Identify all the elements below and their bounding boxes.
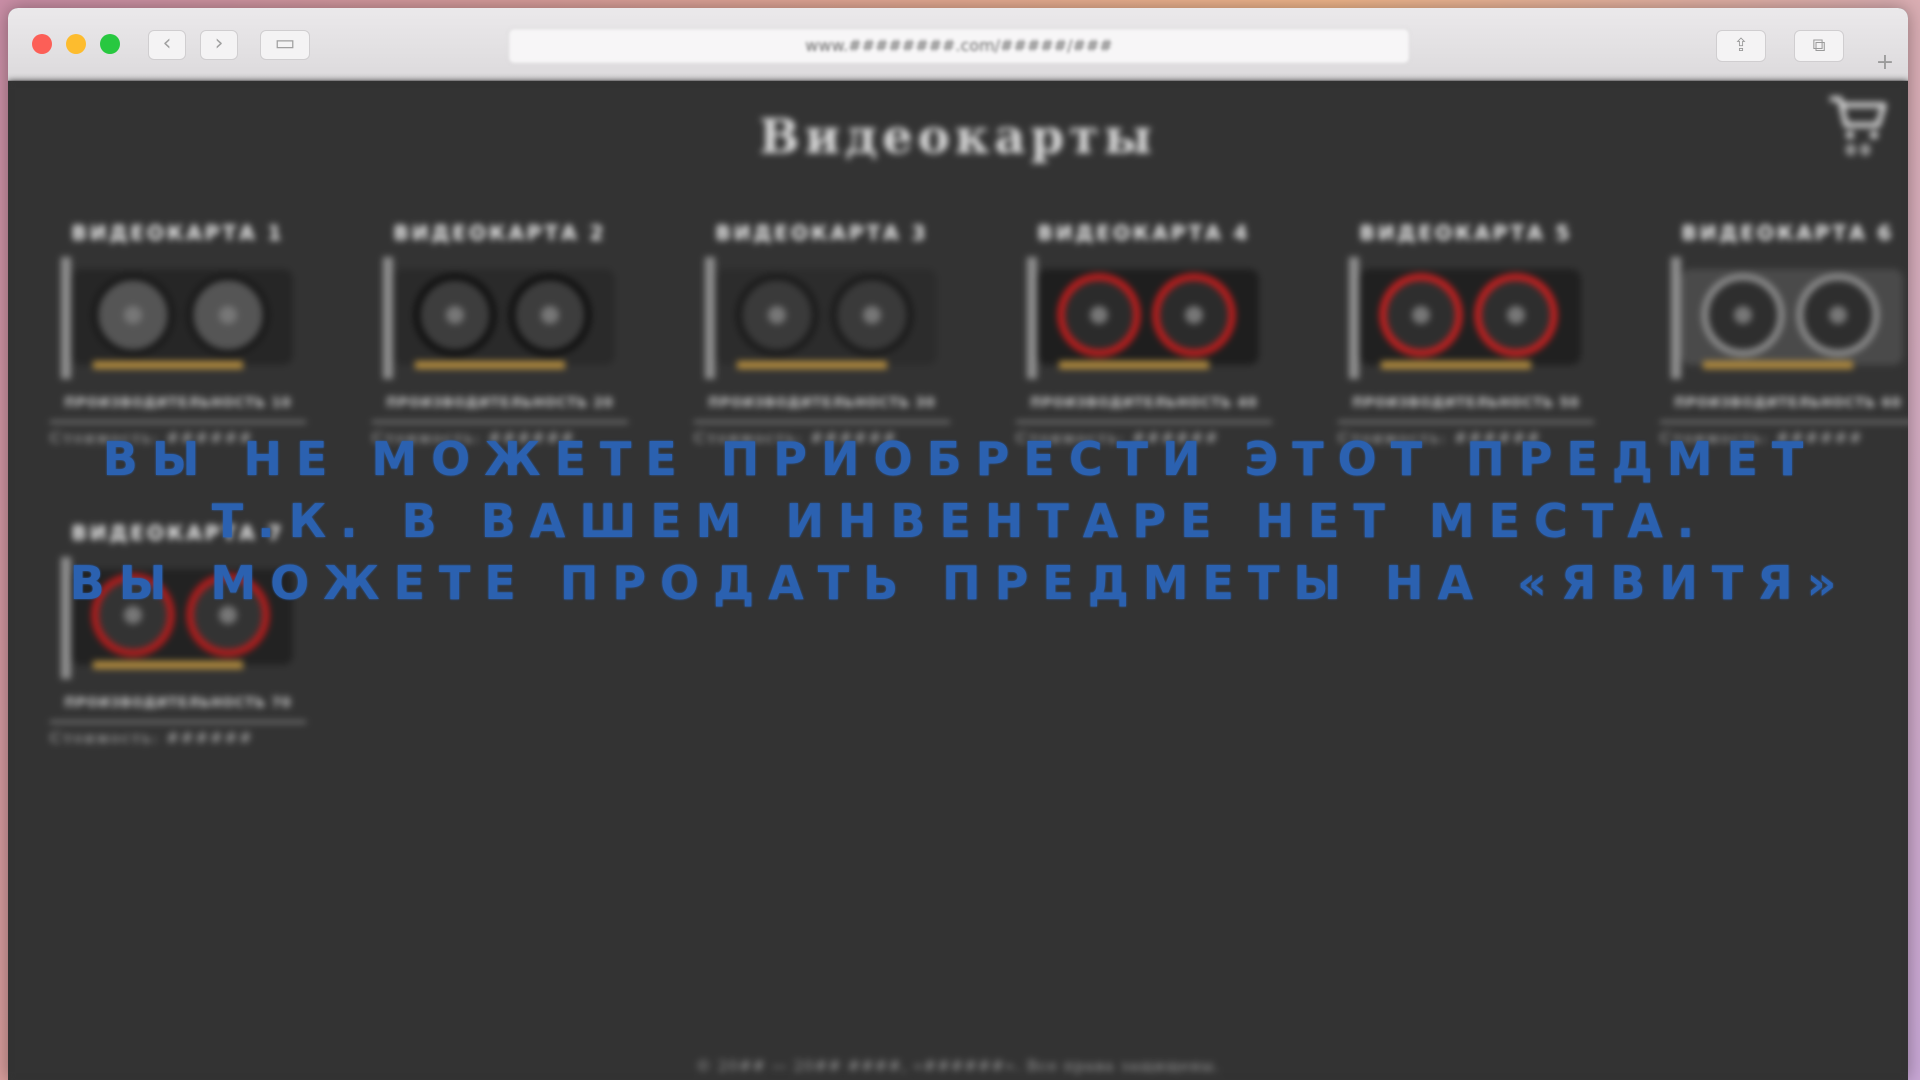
product-performance: Производительность 60: [1674, 396, 1902, 411]
cart-button[interactable]: 0 0: [1828, 93, 1888, 165]
close-window-button[interactable]: [32, 34, 52, 54]
pcb-connector: [93, 361, 243, 369]
graphics-card-image: [375, 253, 625, 383]
pcb-connector: [93, 661, 243, 669]
io-bracket: [1671, 257, 1681, 379]
chevron-right-icon: ›: [214, 31, 224, 56]
graphics-card-illustration: [1027, 257, 1259, 379]
sidebar-toggle-button[interactable]: ▭: [260, 30, 310, 60]
graphics-card-illustration: [383, 257, 615, 379]
product-performance: Производительность 50: [1352, 396, 1580, 411]
product-title: Видеокарта 1: [71, 221, 285, 245]
browser-toolbar: ‹ › ▭ www.########.com/#####/### ⇪ ⧉ +: [8, 8, 1908, 81]
pcb-connector: [1703, 361, 1853, 369]
new-tab-button[interactable]: +: [1868, 48, 1902, 78]
warning-line: Вы не можете приобрести этот предмет: [102, 432, 1818, 486]
address-bar[interactable]: www.########.com/#####/###: [508, 28, 1410, 64]
product-title: Видеокарта 6: [1681, 221, 1895, 245]
graphics-card-illustration: [705, 257, 937, 379]
fan-hub-2: [541, 306, 559, 324]
sidebar-icon: ▭: [274, 31, 296, 56]
share-button[interactable]: ⇪: [1716, 30, 1766, 62]
product-performance: Производительность 20: [386, 396, 614, 411]
io-bracket: [705, 257, 715, 379]
io-bracket: [1349, 257, 1359, 379]
back-button[interactable]: ‹: [148, 30, 186, 60]
warning-line: Вы можете продать предметы на «Явитя»: [69, 556, 1851, 610]
address-bar-url: www.########.com/#####/###: [805, 36, 1113, 55]
product-performance: Производительность 70: [64, 696, 292, 711]
cart-count: 0 0: [1845, 143, 1871, 159]
page-title: Видеокарты: [759, 109, 1157, 165]
pcb-connector: [1059, 361, 1209, 369]
product-title: Видеокарта 2: [393, 221, 607, 245]
fan-hub-2: [1829, 306, 1847, 324]
graphics-card-image: [53, 253, 303, 383]
io-bracket: [61, 257, 71, 379]
fan-hub-1: [1412, 306, 1430, 324]
fan-hub-2: [219, 306, 237, 324]
chevron-left-icon: ‹: [162, 31, 172, 56]
graphics-card-illustration: [1349, 257, 1581, 379]
product-title: Видеокарта 5: [1359, 221, 1573, 245]
fan-hub-2: [863, 306, 881, 324]
fan-hub-1: [1734, 306, 1752, 324]
show-tabs-button[interactable]: ⧉: [1794, 30, 1844, 62]
inventory-full-warning: Вы не можете приобрести этот предмет т.к…: [0, 428, 1920, 614]
tabs-icon: ⧉: [1812, 35, 1826, 56]
zoom-window-button[interactable]: [100, 34, 120, 54]
graphics-card-image: [1663, 253, 1908, 383]
product-performance: Производительность 40: [1030, 396, 1258, 411]
graphics-card-image: [1019, 253, 1269, 383]
page-footer: © 20## — 20## ####, «######». Все права …: [696, 1057, 1220, 1075]
graphics-card-image: [697, 253, 947, 383]
pcb-connector: [737, 361, 887, 369]
forward-button[interactable]: ›: [200, 30, 238, 60]
minimize-window-button[interactable]: [66, 34, 86, 54]
fan-hub-1: [1090, 306, 1108, 324]
plus-icon: +: [1875, 50, 1895, 75]
io-bracket: [383, 257, 393, 379]
fan-hub-2: [1507, 306, 1525, 324]
graphics-card-illustration: [61, 257, 293, 379]
fan-hub-1: [768, 306, 786, 324]
cart-icon: [1830, 96, 1887, 139]
pcb-connector: [1381, 361, 1531, 369]
pcb-connector: [415, 361, 565, 369]
product-performance: Производительность 10: [64, 396, 292, 411]
product-title: Видеокарта 3: [715, 221, 929, 245]
graphics-card-image: [1341, 253, 1591, 383]
graphics-card-illustration: [1671, 257, 1903, 379]
fan-hub-2: [1185, 306, 1203, 324]
product-title: Видеокарта 4: [1037, 221, 1251, 245]
share-icon: ⇪: [1733, 35, 1749, 56]
product-performance: Производительность 30: [708, 396, 936, 411]
warning-line: т.к. в вашем инвентаре нет места.: [211, 494, 1709, 548]
fan-hub-1: [446, 306, 464, 324]
fan-hub-1: [124, 306, 142, 324]
io-bracket: [1027, 257, 1037, 379]
product-price: Стоимость: ######: [50, 721, 306, 747]
